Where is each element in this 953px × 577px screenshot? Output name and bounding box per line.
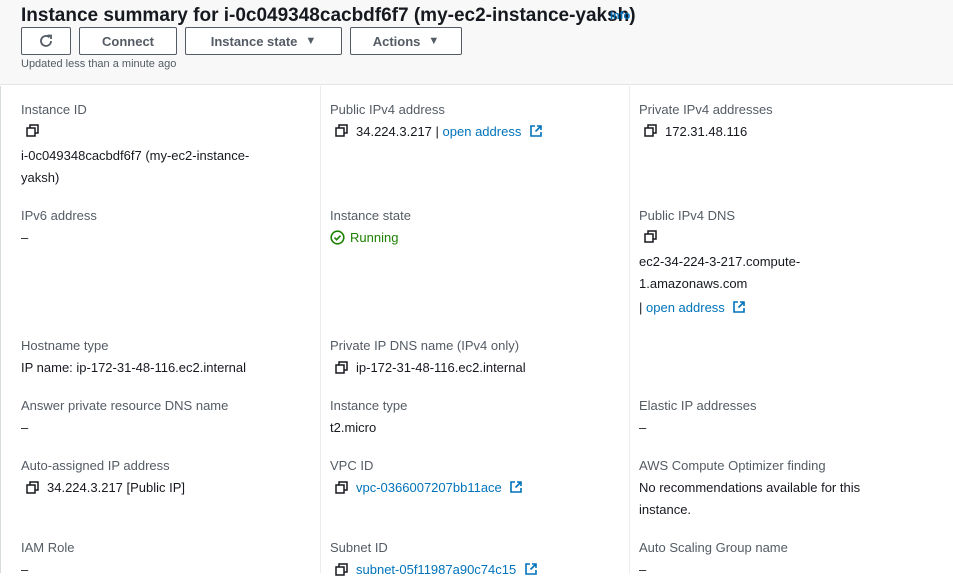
instance-state-label: Instance state <box>210 33 298 49</box>
subnet-id-row: subnet-05f11987a90c74c15 <box>356 562 538 577</box>
copy-icon[interactable] <box>335 124 349 138</box>
optimizer-line1: No recommendations available for this <box>639 480 861 495</box>
instance-id-line2: yaksh) <box>21 170 60 185</box>
open-address-link[interactable]: open address <box>443 124 522 139</box>
page-title: Instance summary for i-0c049348cacbdf6f7… <box>21 5 636 26</box>
ipv6-label: IPv6 address <box>21 208 97 223</box>
vpc-id-label: VPC ID <box>330 458 374 473</box>
summary-header: Instance summary for i-0c049348cacbdf6f7… <box>0 0 953 85</box>
instance-state-button[interactable]: Instance state ▼ <box>185 27 342 55</box>
public-dns-line1: ec2-34-224-3-217.compute- <box>639 254 801 269</box>
caret-down-icon: ▼ <box>305 35 317 47</box>
copy-icon[interactable] <box>644 124 658 138</box>
elastic-ip-label: Elastic IP addresses <box>639 398 757 413</box>
public-ipv4-label: Public IPv4 address <box>330 102 445 117</box>
ipv6-value: – <box>21 230 29 245</box>
actions-label: Actions <box>372 33 421 49</box>
elastic-ip-value: – <box>639 420 647 435</box>
public-dns-link-row: | open address <box>639 300 746 315</box>
copy-icon[interactable] <box>335 481 349 495</box>
private-dns-label: Private IP DNS name (IPv4 only) <box>330 338 520 353</box>
updated-text: Updated less than a minute ago <box>21 58 177 70</box>
subnet-id-link[interactable]: subnet-05f11987a90c74c15 <box>356 562 516 577</box>
vpc-id-row: vpc-0366007207bb11ace <box>356 480 523 495</box>
asg-name-label: Auto Scaling Group name <box>639 540 788 555</box>
hostname-type-label: Hostname type <box>21 338 109 353</box>
connect-button[interactable]: Connect <box>79 27 177 55</box>
public-ipv4-row: 34.224.3.217 | open address <box>356 124 543 139</box>
separator: | <box>435 124 439 139</box>
hostname-type-value: IP name: ip-172-31-48-116.ec2.internal <box>21 360 246 375</box>
private-dns-value: ip-172-31-48-116.ec2.internal <box>356 360 526 375</box>
answer-dns-value: – <box>21 420 29 435</box>
refresh-button[interactable] <box>21 27 71 55</box>
external-link-icon[interactable] <box>732 300 746 314</box>
refresh-icon <box>40 34 52 47</box>
optimizer-line2: instance. <box>639 502 692 517</box>
info-link[interactable]: Info <box>610 10 630 22</box>
answer-dns-label: Answer private resource DNS name <box>21 398 229 413</box>
auto-ip-value: 34.224.3.217 [Public IP] <box>47 480 186 495</box>
external-link-icon[interactable] <box>524 562 538 576</box>
column-divider <box>629 86 630 573</box>
external-link-icon[interactable] <box>509 480 523 494</box>
instance-id-line1: i-0c049348cacbdf6f7 (my-ec2-instance- <box>21 148 250 163</box>
running-check-icon <box>330 230 345 245</box>
iam-role-value: – <box>21 562 29 577</box>
auto-ip-label: Auto-assigned IP address <box>21 458 170 473</box>
instance-type-value: t2.micro <box>330 420 377 435</box>
private-ipv4-label: Private IPv4 addresses <box>639 102 773 117</box>
left-border <box>0 86 1 573</box>
instance-id-label: Instance ID <box>21 102 87 117</box>
optimizer-label: AWS Compute Optimizer finding <box>639 458 826 473</box>
public-ipv4-value: 34.224.3.217 <box>356 124 432 139</box>
vpc-id-link[interactable]: vpc-0366007207bb11ace <box>356 480 502 495</box>
private-ipv4-value: 172.31.48.116 <box>665 124 748 139</box>
copy-icon[interactable] <box>335 563 349 577</box>
caret-down-icon: ▼ <box>428 35 440 47</box>
copy-icon[interactable] <box>335 361 349 375</box>
instance-type-label: Instance type <box>330 398 408 413</box>
connect-label: Connect <box>102 33 154 49</box>
actions-button[interactable]: Actions ▼ <box>350 27 462 55</box>
copy-icon[interactable] <box>644 230 658 244</box>
public-dns-label: Public IPv4 DNS <box>639 208 736 223</box>
copy-icon[interactable] <box>26 481 40 495</box>
instance-state-field-label: Instance state <box>330 208 411 223</box>
column-divider <box>320 86 321 573</box>
open-address-link[interactable]: open address <box>646 300 725 315</box>
public-dns-line2: 1.amazonaws.com <box>639 276 748 291</box>
copy-icon[interactable] <box>26 124 40 138</box>
separator: | <box>639 300 643 315</box>
instance-state-value: Running <box>350 230 399 245</box>
external-link-icon[interactable] <box>529 124 543 138</box>
iam-role-label: IAM Role <box>21 540 75 555</box>
asg-name-value: – <box>639 562 647 577</box>
subnet-id-label: Subnet ID <box>330 540 388 555</box>
